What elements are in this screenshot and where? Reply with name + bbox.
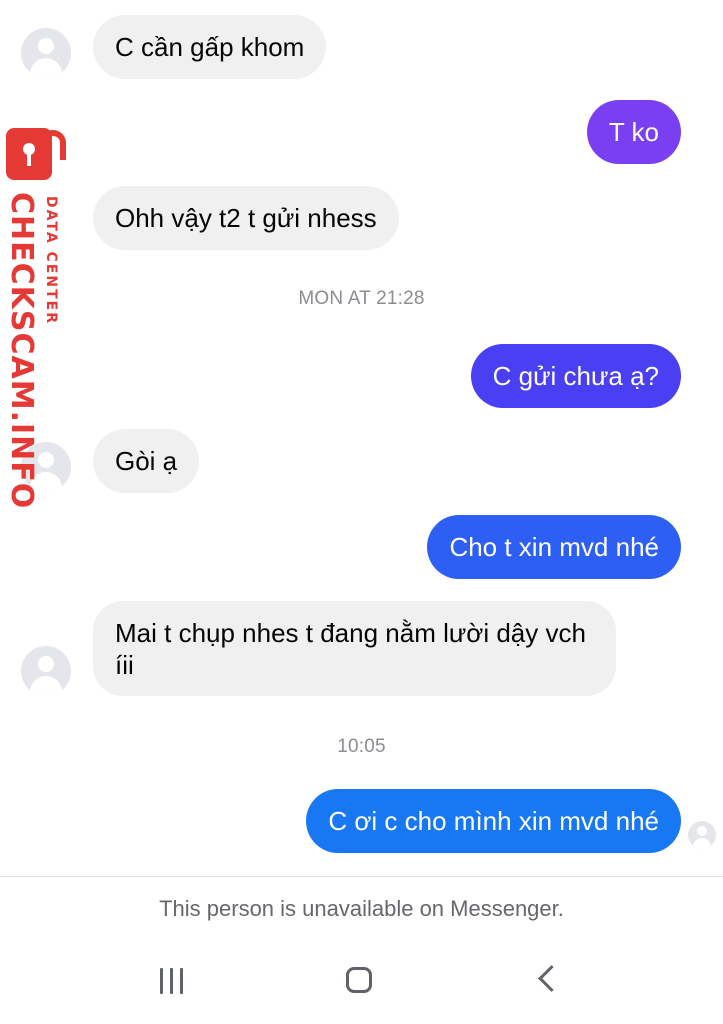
message-timestamp: 10:05 [337, 736, 386, 757]
incoming-message[interactable]: Gòi ạ [93, 429, 200, 493]
footer-divider [0, 876, 723, 877]
recent-apps-icon[interactable] [158, 968, 186, 994]
incoming-message[interactable]: Mai t chụp nhes t đang nằm lười dậy vch … [93, 601, 616, 696]
contact-avatar[interactable] [21, 646, 71, 696]
watermark: CHECKSCAM.INFO DATA CENTER [0, 120, 80, 509]
outgoing-message[interactable]: C gửi chưa ạ? [470, 344, 681, 408]
outgoing-message[interactable]: T ko [586, 100, 681, 164]
seen-receipt-avatar [688, 821, 716, 849]
contact-avatar[interactable] [21, 28, 71, 78]
home-icon[interactable] [346, 967, 372, 993]
outgoing-message[interactable]: C ơi c cho mình xin mvd nhé [306, 789, 681, 853]
message-timestamp: MON AT 21:28 [298, 288, 425, 309]
messenger-chat-screen: C cần gấp khom T ko Ohh vậy t2 t gửi nhe… [0, 0, 723, 1024]
lock-body [6, 128, 52, 180]
back-icon[interactable] [538, 965, 565, 992]
incoming-message[interactable]: Ohh vậy t2 t gửi nhess [93, 186, 399, 250]
system-navigation-bar [0, 940, 723, 1024]
unavailable-notice: This person is unavailable on Messenger. [159, 896, 564, 921]
outgoing-message[interactable]: Cho t xin mvd nhé [427, 515, 681, 579]
incoming-message[interactable]: C cần gấp khom [93, 15, 327, 79]
watermark-brand: CHECKSCAM.INFO [4, 192, 39, 510]
watermark-subtitle: DATA CENTER [43, 196, 59, 325]
